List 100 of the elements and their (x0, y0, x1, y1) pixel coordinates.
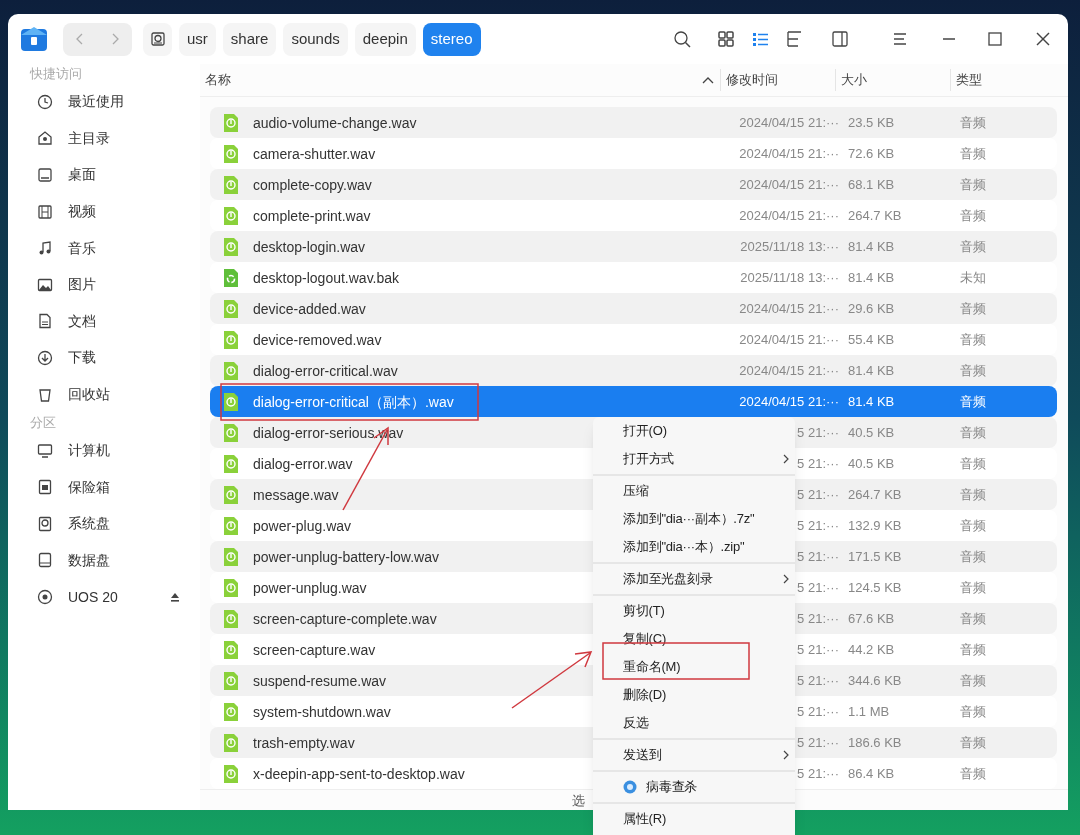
monitor-icon (37, 167, 53, 183)
menu-icon[interactable] (891, 30, 909, 48)
audio-file-icon (222, 298, 240, 319)
sidebar-item[interactable]: 回收站 (18, 376, 190, 413)
audio-file-icon (222, 205, 240, 226)
file-name: camera-shutter.wav (253, 145, 376, 162)
breadcrumb-item[interactable]: deepin (354, 22, 416, 56)
column-header[interactable]: 名称 (205, 70, 231, 90)
tree-view-icon[interactable] (785, 30, 803, 48)
modified-time: 5 21:··· (797, 578, 839, 597)
sidebar-item[interactable]: 音乐 (18, 229, 190, 267)
file-row[interactable]: dialog-error-critical.wav 2024/04/15 21:··· 81.4 KB 音频 (210, 355, 1057, 386)
file-name: message.wav (253, 486, 339, 503)
file-name: desktop-logout.wav.bak (253, 269, 400, 286)
menu-item[interactable]: 添加至光盘刻录 (593, 565, 795, 593)
search-icon[interactable] (673, 30, 691, 48)
audio-file-icon (222, 422, 240, 443)
sidebar-item[interactable]: 保险箱 (18, 468, 190, 506)
menu-item[interactable]: 病毒查杀 (593, 773, 795, 801)
file-size: 86.4 KB (847, 764, 896, 783)
sidebar-item[interactable]: 桌面 (18, 156, 190, 194)
file-type: 未知 (960, 268, 987, 287)
list-view-icon[interactable] (751, 30, 769, 48)
sidebar-item[interactable]: 文档 (18, 303, 190, 340)
file-row[interactable]: dialog-error-critical（副本）.wav 2024/04/15 21:··· 81.4 KB 音频 (210, 386, 1057, 417)
breadcrumb-item[interactable]: sounds (283, 22, 348, 56)
sidebar-item[interactable]: 计算机 (18, 432, 190, 469)
column-header[interactable]: 大小 (841, 70, 867, 90)
maximize-icon[interactable] (987, 31, 1003, 47)
audio-file-icon (222, 732, 240, 753)
file-row[interactable]: audio-volume-change.wav 2024/04/15 21:··· 23.5 KB 音频 (210, 107, 1057, 138)
sidebar-item[interactable]: 系统盘 (18, 505, 190, 543)
file-size: 264.7 KB (847, 206, 903, 225)
sidebar-item[interactable]: UOS 20 (18, 578, 190, 616)
file-type: 音频 (960, 609, 987, 628)
trash-icon (37, 386, 53, 403)
file-row[interactable]: desktop-login.wav 2025/11/18 13:··· 81.4 KB 音频 (210, 231, 1057, 262)
modified-time: 2024/04/15 21:··· (739, 361, 839, 380)
disk-button[interactable] (143, 22, 172, 56)
menu-item[interactable]: 剪切(T) (593, 597, 795, 625)
file-name: system-shutdown.wav (253, 703, 391, 720)
breadcrumb-item[interactable]: stereo (422, 22, 481, 56)
menu-item[interactable]: 添加到"dia···本）.zip" (593, 533, 795, 561)
grid-view-icon[interactable] (717, 30, 735, 48)
breadcrumb-item[interactable]: usr (179, 22, 216, 56)
file-size: 81.4 KB (847, 361, 896, 380)
menu-item[interactable]: 发送到 (593, 741, 795, 769)
file-name: dialog-error.wav (253, 455, 353, 472)
modified-time: 5 21:··· (797, 609, 839, 628)
file-size: 1.1 MB (847, 702, 891, 721)
menu-item[interactable]: 反选 (593, 709, 795, 737)
sidebar-item[interactable]: 主目录 (18, 120, 190, 157)
menu-item[interactable]: 重命名(M) (593, 653, 795, 681)
file-row[interactable]: complete-copy.wav 2024/04/15 21:··· 68.1 KB 音频 (210, 169, 1057, 200)
sidebar-item[interactable]: 最近使用 (18, 83, 190, 121)
menu-item[interactable]: 打开(O) (593, 417, 795, 445)
file-type: 音频 (960, 237, 987, 256)
sidebar-item[interactable]: 下载 (18, 339, 190, 377)
modified-time: 5 21:··· (797, 423, 839, 442)
sidebar-item[interactable]: 数据盘 (18, 542, 190, 579)
file-name: audio-volume-change.wav (253, 114, 417, 131)
eject-icon[interactable] (170, 592, 180, 602)
file-type: 音频 (960, 640, 987, 659)
column-header[interactable]: 类型 (956, 70, 982, 90)
sidebar-item[interactable]: 图片 (18, 266, 190, 304)
drive-icon (37, 552, 53, 569)
modified-time: 5 21:··· (797, 547, 839, 566)
file-row[interactable]: device-added.wav 2024/04/15 21:··· 29.6 KB 音频 (210, 293, 1057, 324)
modified-time: 5 21:··· (797, 454, 839, 473)
file-size: 44.2 KB (847, 640, 896, 659)
file-name: complete-print.wav (253, 207, 371, 224)
modified-time: 5 21:··· (797, 764, 839, 783)
file-name: power-unplug-battery-low.wav (253, 548, 439, 565)
modified-time: 2025/11/18 13:··· (740, 237, 839, 256)
file-size: 81.4 KB (847, 268, 896, 287)
sidebar-item[interactable]: 视频 (18, 193, 190, 230)
home-icon (37, 130, 53, 147)
file-size: 40.5 KB (847, 454, 896, 473)
audio-file-icon (222, 453, 240, 474)
file-type: 音频 (960, 547, 987, 566)
audio-file-icon (222, 112, 240, 133)
close-icon[interactable] (1035, 31, 1051, 47)
menu-item[interactable]: 打开方式 (593, 445, 795, 473)
file-name: dialog-error-critical.wav (253, 362, 398, 379)
menu-item[interactable]: 压缩 (593, 477, 795, 505)
sort-up-icon[interactable] (702, 76, 714, 84)
side-panel-icon[interactable] (831, 30, 849, 48)
audio-file-icon (222, 577, 240, 598)
breadcrumb-item[interactable]: share (222, 22, 277, 56)
recycle-file-icon (222, 267, 240, 288)
audio-file-icon (222, 515, 240, 536)
modified-time: 5 21:··· (797, 733, 839, 752)
file-type: 音频 (960, 485, 987, 504)
column-header[interactable]: 修改时间 (726, 70, 778, 90)
menu-item[interactable]: 删除(D) (593, 681, 795, 709)
menu-item[interactable]: 属性(R) (593, 805, 795, 833)
disk-icon (150, 32, 165, 46)
file-type: 音频 (960, 671, 987, 690)
sidebar-section-title: 分区 (30, 413, 56, 432)
audio-file-icon (222, 143, 240, 164)
